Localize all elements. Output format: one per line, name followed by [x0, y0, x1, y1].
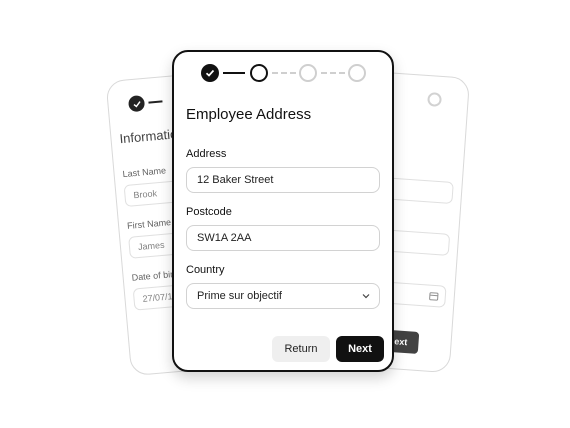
step-connector	[223, 72, 245, 74]
postcode-label: Postcode	[186, 206, 232, 218]
calendar-icon	[429, 292, 439, 301]
chevron-down-icon	[362, 294, 370, 299]
step-1-complete-icon	[127, 94, 146, 113]
postcode-input[interactable]: SW1A 2AA	[186, 225, 380, 251]
step-4-icon	[348, 64, 366, 82]
address-input[interactable]: 12 Baker Street	[186, 167, 380, 193]
step-connector	[148, 100, 163, 104]
country-select[interactable]: Prime sur objectif	[186, 283, 380, 309]
step-1-complete-icon	[201, 64, 219, 82]
date-of-birth-label: Date of bir	[131, 269, 174, 283]
address-label: Address	[186, 148, 227, 160]
country-selected-value: Prime sur objectif	[197, 290, 282, 302]
last-name-label: Last Name	[122, 165, 167, 180]
step-3-icon	[299, 64, 317, 82]
form-title: Employee Address	[186, 106, 312, 123]
first-name-label: First Name	[126, 217, 172, 231]
step-connector	[272, 72, 296, 74]
step-4-icon	[427, 92, 443, 107]
background-card-title: Informatio	[118, 126, 178, 147]
next-button[interactable]: Next	[336, 336, 384, 362]
check-icon	[205, 69, 215, 77]
step-connector	[321, 72, 345, 74]
employee-address-form-card: Employee Address Address 12 Baker Street…	[172, 50, 394, 372]
step-2-current-icon	[250, 64, 268, 82]
country-label: Country	[186, 264, 225, 276]
return-button[interactable]: Return	[272, 336, 330, 362]
check-icon	[132, 100, 141, 107]
